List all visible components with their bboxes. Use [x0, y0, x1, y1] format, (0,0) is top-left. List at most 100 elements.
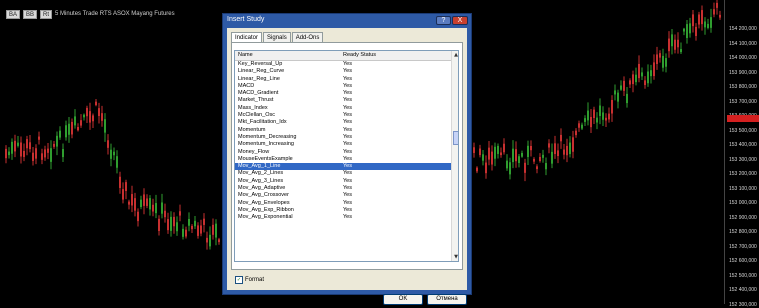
scrollbar-thumb[interactable]	[453, 131, 458, 145]
list-item[interactable]: Mov_Avg_2_Lines Yes	[235, 170, 451, 177]
candle-body	[47, 148, 49, 153]
price-label: 152 700,000	[729, 243, 757, 250]
candle-body	[65, 125, 67, 138]
candle-body	[110, 149, 112, 159]
list-item[interactable]: Mov_Avg_Envelopes Yes	[235, 200, 451, 207]
candle-body	[599, 105, 601, 116]
candle-body	[671, 34, 673, 47]
candle-body	[518, 156, 520, 163]
candle-body	[542, 154, 544, 158]
candle-body	[719, 14, 721, 18]
toolbar-button-1[interactable]: BA	[6, 9, 21, 19]
list-scrollbar[interactable]: ▲ ▼	[451, 51, 458, 261]
candle-body	[215, 223, 217, 238]
candle-body	[152, 204, 154, 212]
list-item[interactable]: Market_Thrust Yes	[235, 97, 451, 104]
list-item[interactable]: Mkt_Facilitation_Idx Yes	[235, 119, 451, 126]
candle-body	[548, 143, 550, 148]
list-item[interactable]: McClellan_Osc Yes	[235, 112, 451, 119]
candle-body	[35, 148, 37, 159]
list-item[interactable]: MouseEventsExample Yes	[235, 156, 451, 163]
candle-body	[62, 149, 64, 158]
toolbar-button-2[interactable]: BB	[23, 9, 38, 19]
list-item[interactable]: Momentum_Increasing Yes	[235, 141, 451, 148]
ok-button[interactable]: OK	[383, 294, 423, 305]
candle-body	[512, 148, 514, 163]
ready-status: Yes	[343, 155, 352, 162]
candle-body	[653, 62, 655, 77]
price-label: 152 400,000	[729, 287, 757, 293]
candle-body	[158, 218, 160, 231]
candle-body	[710, 17, 712, 28]
study-name: MACD_Gradient	[238, 90, 279, 97]
insert-study-dialog: Insert Study ? X Indicator Signals Add-O…	[222, 13, 472, 305]
candle-body	[98, 108, 100, 116]
ready-status: Yes	[343, 177, 352, 184]
price-label: 154 100,000	[729, 40, 757, 47]
study-name: Mov_Avg_Envelopes	[238, 199, 290, 206]
list-item[interactable]: Linear_Reg_Curve Yes	[235, 68, 451, 75]
candle-body	[557, 150, 559, 157]
list-item[interactable]: Mov_Avg_3_Lines Yes	[235, 178, 451, 185]
list-item[interactable]: Key_Reversal_Up Yes	[235, 61, 451, 68]
candle-body	[104, 119, 106, 133]
list-item[interactable]: Mass_Index Yes	[235, 105, 451, 112]
scroll-up-icon[interactable]: ▲	[452, 51, 458, 59]
list-item[interactable]: Money_Flow Yes	[235, 149, 451, 156]
ready-status: Yes	[343, 148, 352, 155]
candle-body	[701, 10, 703, 25]
study-name: Momentum	[238, 126, 266, 133]
ready-status: Yes	[343, 133, 352, 140]
scroll-down-icon[interactable]: ▼	[452, 253, 458, 261]
price-label: 152 300,000	[729, 301, 757, 308]
list-item[interactable]: Mov_Avg_1_Line Yes	[235, 163, 451, 171]
price-label: 154 200,000	[729, 26, 757, 32]
candle-body	[713, 9, 715, 15]
candle-body	[14, 140, 16, 152]
format-checkbox[interactable]: ✓	[235, 276, 243, 284]
list-item[interactable]: Momentum_Decreasing Yes	[235, 134, 451, 141]
list-item[interactable]: MACD Yes	[235, 83, 451, 90]
study-list[interactable]: Name Ready Status Key_Reversal_Up Yes Line…	[234, 50, 459, 262]
candle-body	[134, 198, 136, 211]
candle-body	[545, 163, 547, 170]
candle-body	[575, 130, 577, 136]
cancel-button[interactable]: Отмена	[427, 294, 467, 305]
candle-body	[143, 194, 145, 206]
candle-body	[53, 143, 55, 147]
candle-body	[668, 38, 670, 52]
candle-body	[656, 54, 658, 64]
price-label: 153 800,000	[729, 84, 757, 90]
price-label: 153 700,000	[729, 98, 757, 105]
column-header-status[interactable]: Ready Status	[343, 52, 376, 58]
list-item[interactable]: MACD_Gradient Yes	[235, 90, 451, 97]
column-header-name[interactable]: Name	[238, 52, 253, 58]
tab-add-ons[interactable]: Add-Ons	[291, 32, 324, 42]
list-item[interactable]: Mov_Avg_Exponential Yes	[235, 214, 451, 221]
list-item[interactable]: Momentum Yes	[235, 127, 451, 134]
toolbar-button-3[interactable]: Rt	[40, 9, 53, 19]
format-checkbox-group[interactable]: ✓ Format	[235, 276, 264, 284]
candle-body	[137, 211, 139, 222]
tab-signals[interactable]: Signals	[263, 32, 291, 42]
list-item[interactable]: Mov_Avg_Exp_Ribbon Yes	[235, 207, 451, 214]
close-button[interactable]: X	[452, 16, 468, 25]
candle-body	[173, 216, 175, 227]
study-name: Linear_Reg_Curve	[238, 68, 285, 75]
help-button[interactable]: ?	[436, 16, 451, 25]
candle-body	[551, 151, 553, 164]
list-item[interactable]: Mov_Avg_Adaptive Yes	[235, 185, 451, 192]
list-item[interactable]: Linear_Reg_Line Yes	[235, 76, 451, 83]
study-name: Mov_Avg_Crossover	[238, 192, 289, 199]
candle-body	[179, 211, 181, 216]
candle-body	[80, 120, 82, 126]
candle-body	[560, 134, 562, 142]
ready-status: Yes	[343, 192, 352, 199]
ready-status: Yes	[343, 97, 352, 104]
candle-body	[83, 114, 85, 118]
list-item[interactable]: Mov_Avg_Crossover Yes	[235, 192, 451, 199]
candle-body	[23, 150, 25, 157]
candle-body	[167, 219, 169, 231]
candle-body	[191, 225, 193, 230]
candle-body	[107, 140, 109, 148]
